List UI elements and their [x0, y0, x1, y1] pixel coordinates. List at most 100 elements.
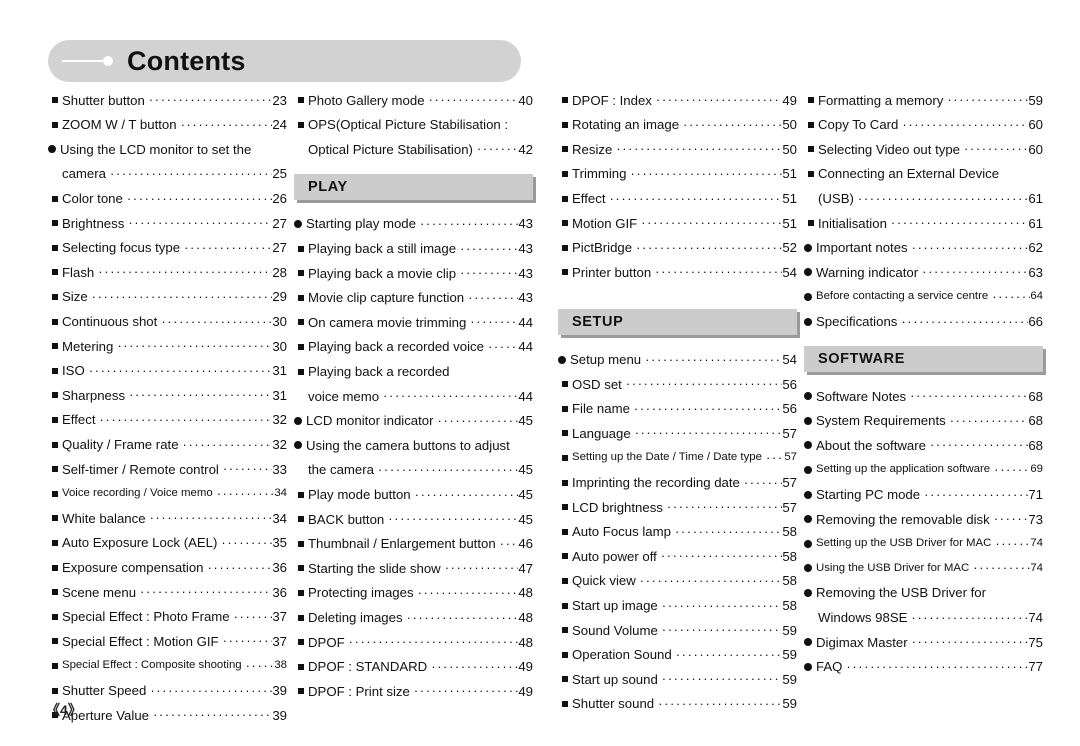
toc-entry[interactable]: File name·······························… — [558, 397, 797, 422]
toc-entry[interactable]: Quality / Frame rate····················… — [48, 432, 287, 457]
toc-entry[interactable]: Setting up the Date / Time / Date type ··… — [558, 446, 797, 471]
toc-entry[interactable]: Trimming································… — [558, 162, 797, 187]
toc-entry[interactable]: Windows 98SE····························… — [804, 605, 1043, 630]
toc-entry[interactable]: Playing back a recorded voice···········… — [294, 335, 533, 360]
toc-entry[interactable]: Resize··································… — [558, 137, 797, 162]
toc-entry[interactable]: Quick view······························… — [558, 569, 797, 594]
toc-entry[interactable]: Exposure compensation···················… — [48, 555, 287, 580]
toc-entry[interactable]: Rotating an image·······················… — [558, 113, 797, 138]
toc-entry[interactable]: DPOF : STANDARD·························… — [294, 654, 533, 679]
toc-entry[interactable]: Shutter Speed···························… — [48, 678, 287, 703]
toc-entry[interactable]: ISO·····································… — [48, 359, 287, 384]
toc-entry[interactable]: Software Notes··························… — [804, 384, 1043, 409]
toc-entry[interactable]: FAQ·····································… — [804, 654, 1043, 679]
toc-entry[interactable]: Sound Volume····························… — [558, 618, 797, 643]
toc-entry[interactable]: Imprinting the recording date···········… — [558, 470, 797, 495]
toc-entry[interactable]: Shutter button··························… — [48, 88, 287, 113]
toc-entry[interactable]: White balance···························… — [48, 506, 287, 531]
toc-entry[interactable]: Flash···································… — [48, 260, 287, 285]
toc-entry[interactable]: Auto Focus lamp·························… — [558, 520, 797, 545]
toc-entry[interactable]: BACK button·····························… — [294, 507, 533, 532]
toc-entry[interactable]: Formatting a memory·····················… — [804, 88, 1043, 113]
toc-entry[interactable]: Special Effect : Photo Frame············… — [48, 604, 287, 629]
toc-entry[interactable]: Using the USB Driver for MAC············… — [804, 556, 1043, 581]
toc-entry[interactable]: Scene menu······························… — [48, 580, 287, 605]
toc-entry[interactable]: Warning indicator·······················… — [804, 260, 1043, 285]
toc-entry[interactable]: LCD brightness··························… — [558, 495, 797, 520]
toc-entry[interactable]: Metering································… — [48, 334, 287, 359]
toc-entry[interactable]: Start up sound··························… — [558, 667, 797, 692]
toc-entry[interactable]: camera··································… — [48, 162, 287, 187]
toc-entry[interactable]: DPOF····································… — [294, 630, 533, 655]
toc-entry[interactable]: Deleting images·························… — [294, 605, 533, 630]
toc-entry[interactable]: OSD set·································… — [558, 372, 797, 397]
toc-entry[interactable]: Setting up the USB Driver for MAC·······… — [804, 532, 1043, 557]
toc-entry[interactable]: Copy To Card····························… — [804, 113, 1043, 138]
toc-entry[interactable]: OPS(Optical Picture Stabilisation :·····… — [294, 113, 533, 138]
toc-entry[interactable]: Aperture Value··························… — [48, 703, 287, 728]
toc-entry[interactable]: LCD monitor indicator···················… — [294, 409, 533, 434]
toc-entry[interactable]: Continuous shot·························… — [48, 309, 287, 334]
toc-leader-dots: ········································… — [88, 363, 273, 377]
toc-entry[interactable]: Auto Exposure Lock (AEL)················… — [48, 531, 287, 556]
toc-entry[interactable]: Color tone······························… — [48, 186, 287, 211]
toc-entry-label: PictBridge — [572, 240, 633, 256]
toc-entry[interactable]: Starting the slide show·················… — [294, 556, 533, 581]
toc-entry[interactable]: Removing the removable disk·············… — [804, 507, 1043, 532]
toc-entry[interactable]: Size····································… — [48, 285, 287, 310]
toc-entry[interactable]: Using the LCD monitor to set the········… — [48, 137, 287, 162]
toc-entry[interactable]: Playing back a still image··············… — [294, 236, 533, 261]
toc-entry[interactable]: Play mode button························… — [294, 482, 533, 507]
toc-entry[interactable]: Sharpness·······························… — [48, 383, 287, 408]
toc-entry[interactable]: Self-timer / Remote control·············… — [48, 457, 287, 482]
toc-entry[interactable]: On camera movie trimming················… — [294, 310, 533, 335]
toc-entry[interactable]: Operation Sound·························… — [558, 642, 797, 667]
toc-entry[interactable]: the camera······························… — [294, 458, 533, 483]
toc-entry[interactable]: About the software······················… — [804, 433, 1043, 458]
toc-entry[interactable]: Removing the USB Driver for·············… — [804, 581, 1043, 606]
toc-entry[interactable]: Printer button··························… — [558, 260, 797, 285]
toc-entry[interactable]: Effect··································… — [558, 186, 797, 211]
toc-entry[interactable]: Shutter sound···························… — [558, 692, 797, 717]
toc-entry[interactable]: Important notes·························… — [804, 236, 1043, 261]
toc-entry[interactable]: (USB)···································… — [804, 186, 1043, 211]
toc-entry[interactable]: Before contacting a service centre ······… — [804, 285, 1043, 310]
toc-entry[interactable]: Selecting focus type····················… — [48, 236, 287, 261]
toc-entry[interactable]: Voice recording / Voice memo············… — [48, 482, 287, 507]
toc-entry[interactable]: Connecting an External Device···········… — [804, 162, 1043, 187]
toc-entry[interactable]: Digimax Master··························… — [804, 630, 1043, 655]
toc-entry[interactable]: Starting play mode······················… — [294, 212, 533, 237]
toc-entry[interactable]: Auto power off··························… — [558, 544, 797, 569]
toc-entry[interactable]: Optical Picture Stabilisation)··········… — [294, 137, 533, 162]
toc-entry[interactable]: Protecting images·······················… — [294, 581, 533, 606]
toc-page-number: 58 — [782, 524, 797, 540]
toc-entry[interactable]: Special Effect : Composite shooting·····… — [48, 654, 287, 679]
toc-entry[interactable]: Playing back a recorded·················… — [294, 359, 533, 384]
toc-entry[interactable]: Motion GIF······························… — [558, 211, 797, 236]
toc-page-number: 74 — [1030, 561, 1043, 574]
toc-entry[interactable]: Thumbnail / Enlargement button··········… — [294, 532, 533, 557]
toc-entry[interactable]: voice memo······························… — [294, 384, 533, 409]
toc-entry[interactable]: DPOF : Index····························… — [558, 88, 797, 113]
toc-entry[interactable]: Start up image··························… — [558, 593, 797, 618]
toc-entry[interactable]: Selecting Video out type ················… — [804, 137, 1043, 162]
toc-entry[interactable]: Movie clip capture function·············… — [294, 286, 533, 311]
toc-entry[interactable]: Starting PC mode························… — [804, 482, 1043, 507]
toc-entry[interactable]: Using the camera buttons to adjust······… — [294, 433, 533, 458]
toc-entry[interactable]: Language································… — [558, 421, 797, 446]
toc-entry[interactable]: Specifications··························… — [804, 309, 1043, 334]
toc-entry[interactable]: System Requirements·····················… — [804, 409, 1043, 434]
toc-entry[interactable]: Initialisation··························… — [804, 211, 1043, 236]
toc-entry[interactable]: ZOOM W / T button·······················… — [48, 113, 287, 138]
toc-entry[interactable]: Special Effect : Motion GIF·············… — [48, 629, 287, 654]
toc-entry[interactable]: Setting up the application software ·····… — [804, 458, 1043, 483]
toc-entry[interactable]: Playing back a movie clip···············… — [294, 261, 533, 286]
toc-entry[interactable]: Photo Gallery mode······················… — [294, 88, 533, 113]
toc-leader-dots: ········································… — [417, 585, 519, 599]
toc-entry[interactable]: DPOF : Print size·······················… — [294, 679, 533, 704]
toc-entry[interactable]: Setup menu······························… — [558, 347, 797, 372]
toc-leader-dots: ········································… — [153, 708, 272, 722]
toc-entry[interactable]: PictBridge······························… — [558, 236, 797, 261]
toc-entry[interactable]: Effect··································… — [48, 408, 287, 433]
toc-entry[interactable]: Brightness······························… — [48, 211, 287, 236]
